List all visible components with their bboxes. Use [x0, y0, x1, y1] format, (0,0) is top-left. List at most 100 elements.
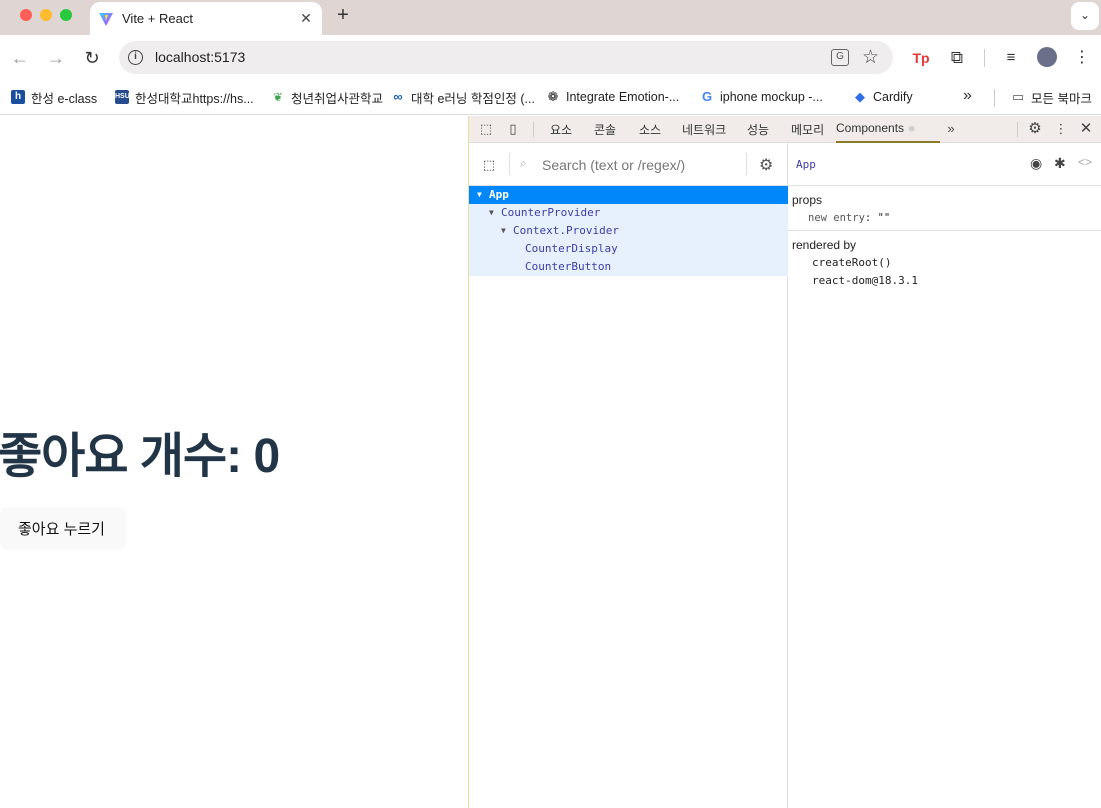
caret-down-icon[interactable]: ▼ [477, 186, 482, 204]
window-minimize-button[interactable] [40, 9, 52, 21]
extensions-puzzle-icon[interactable]: ⧉ [946, 47, 968, 69]
forward-arrow-icon[interactable]: → [45, 47, 67, 69]
devtools-close-icon[interactable]: ✕ [1078, 120, 1094, 138]
new-tab-button[interactable]: + [333, 4, 353, 26]
tp-extension-icon[interactable]: Tp [911, 47, 931, 69]
url-text[interactable]: localhost:5173 [155, 49, 245, 65]
devtools-divider [533, 122, 534, 137]
prop-colon: : [864, 212, 878, 224]
devtools-tab-bar: ⬚ ▯ 요소 콘솔 소스 네트워크 성능 메모리 Components ⚛ » … [469, 116, 1101, 143]
select-component-icon[interactable]: ⬚ [481, 157, 497, 173]
browser-tab-active[interactable]: Vite + React ✕ [90, 2, 322, 35]
infinity-icon: ∞ [393, 89, 403, 104]
folder-icon: ▭ [1011, 89, 1025, 104]
kebab-menu-icon[interactable]: ⋮ [1074, 47, 1090, 69]
tree-node-label: CounterDisplay [525, 242, 618, 255]
bookmark-item[interactable]: ∞ 대학 e러닝 학점인정 (... [391, 87, 535, 107]
bookmark-item[interactable]: HSU 한성대학교https://hs... [115, 87, 254, 107]
prop-value[interactable]: "" [878, 212, 891, 224]
bug-icon[interactable]: ✱ [1054, 155, 1066, 172]
caret-down-icon[interactable]: ▼ [489, 204, 494, 222]
like-button[interactable]: 좋아요 누르기 [0, 507, 126, 550]
selected-component-header: App ◉ ✱ <> [788, 143, 1101, 186]
address-bar[interactable]: i localhost:5173 G ☆ [119, 41, 893, 74]
bookmark-label: 대학 e러닝 학점인정 (... [411, 91, 535, 106]
browser-tab-strip: Vite + React ✕ + ⌄ [0, 0, 1101, 35]
bookmark-item[interactable]: ❁ Integrate Emotion-... [546, 87, 680, 107]
rendered-by-item: createRoot() [812, 256, 892, 269]
devtools-divider [1017, 122, 1018, 137]
page-viewport: 좋아요 개수: 0 좋아요 누르기 [0, 116, 468, 808]
tab-search-icon[interactable]: ⌄ [1071, 2, 1099, 30]
toolbar-divider [984, 49, 985, 67]
bookmark-star-icon[interactable]: ☆ [862, 46, 879, 69]
vite-logo-icon [99, 12, 113, 26]
bookmark-label: Integrate Emotion-... [566, 90, 680, 104]
reload-icon[interactable]: ↻ [81, 47, 103, 69]
component-search-bar: ⬚ ⌕ ⚙ [469, 143, 788, 186]
new-prop-entry[interactable]: new entry: "" [808, 212, 890, 224]
site-info-icon[interactable]: i [128, 50, 143, 65]
chevron-double-right-icon[interactable]: » [963, 87, 972, 105]
tab-sources[interactable]: 소스 [639, 121, 661, 138]
tab-title: Vite + React [122, 11, 193, 26]
component-tree-pane: ⬚ ⌕ ⚙ ▼ App ▼ CounterProvider ▼ Context.… [469, 143, 788, 808]
bookmark-item[interactable]: G iphone mockup -... [700, 87, 823, 107]
search-icon: ⌕ [520, 156, 527, 170]
rendered-by-item: react-dom@18.3.1 [812, 274, 918, 287]
component-settings-gear-icon[interactable]: ⚙ [759, 155, 773, 175]
devtools-settings-gear-icon[interactable]: ⚙ [1026, 120, 1044, 138]
bookmark-label: 한성 e-class [31, 91, 98, 106]
back-arrow-icon[interactable]: ← [9, 47, 31, 69]
caret-down-icon[interactable]: ▼ [501, 222, 506, 240]
diamond-icon: ◆ [855, 89, 865, 104]
profile-avatar[interactable] [1037, 47, 1057, 67]
tab-close-icon[interactable]: ✕ [296, 10, 316, 27]
media-control-icon[interactable]: ≡ [1000, 47, 1022, 69]
hsu-logo-icon: HSU [115, 90, 130, 104]
bookmark-label: iphone mockup -... [720, 90, 823, 104]
tab-elements[interactable]: 요소 [550, 121, 572, 138]
device-toolbar-icon[interactable]: ▯ [504, 120, 522, 138]
bookmark-item[interactable]: h 한성 e-class [11, 87, 97, 107]
bookmark-item[interactable]: ◆ Cardify [853, 87, 913, 107]
rendered-by-title: rendered by [792, 238, 857, 252]
tree-node-label: CounterButton [525, 260, 612, 273]
window-maximize-button[interactable] [60, 9, 72, 21]
bookmark-label: 모든 북마크 [1031, 91, 1092, 106]
devtools-kebab-menu-icon[interactable]: ⋮ [1053, 120, 1069, 138]
tab-network[interactable]: 네트워크 [682, 121, 726, 138]
all-bookmarks-folder[interactable]: ▭ 모든 북마크 [1011, 87, 1092, 107]
devtools-panel: ⬚ ▯ 요소 콘솔 소스 네트워크 성능 메모리 Components ⚛ » … [468, 116, 1101, 808]
tab-performance[interactable]: 성능 [747, 121, 769, 138]
tab-memory[interactable]: 메모리 [791, 121, 824, 138]
inspect-element-icon[interactable]: ⬚ [477, 120, 495, 138]
tree-node-counter-display[interactable]: CounterDisplay [469, 240, 788, 258]
bookmark-label: 한성대학교https://hs... [135, 91, 254, 106]
component-search-input[interactable] [542, 154, 742, 176]
selected-component-name: App [796, 158, 816, 171]
eye-icon[interactable]: ◉ [1030, 155, 1042, 172]
tree-node-counter-provider[interactable]: ▼ CounterProvider [469, 204, 788, 222]
tab-components[interactable]: Components ⚛ [836, 121, 915, 135]
tree-node-context-provider[interactable]: ▼ Context.Provider [469, 222, 788, 240]
like-count-heading: 좋아요 개수: 0 [0, 430, 280, 483]
search-divider [509, 153, 510, 175]
prop-key[interactable]: new entry [808, 212, 865, 224]
component-tree: ▼ App ▼ CounterProvider ▼ Context.Provid… [469, 186, 788, 276]
tree-node-label: CounterProvider [501, 206, 601, 219]
tree-node-app[interactable]: ▼ App [469, 186, 788, 204]
window-close-button[interactable] [20, 9, 32, 21]
view-source-icon[interactable]: <> [1078, 155, 1092, 169]
bookmark-label: Cardify [873, 90, 913, 104]
openai-icon: ❁ [547, 89, 559, 104]
tree-node-label: Context.Provider [513, 224, 619, 237]
tab-console[interactable]: 콘솔 [594, 121, 616, 138]
bookmarks-divider [994, 89, 995, 107]
bookmark-item[interactable]: ❦ 청년취업사관학교 [271, 87, 383, 107]
translate-icon[interactable]: G [831, 49, 849, 66]
more-tabs-icon[interactable]: » [943, 120, 959, 138]
tree-node-counter-button[interactable]: CounterButton [469, 258, 788, 276]
bookmarks-bar: h 한성 e-class HSU 한성대학교https://hs... ❦ 청년… [0, 80, 1101, 115]
component-props-pane: App ◉ ✱ <> props new entry: "" rendered … [788, 143, 1101, 808]
